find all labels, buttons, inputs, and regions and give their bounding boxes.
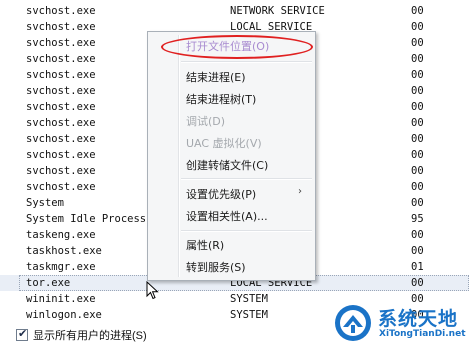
cpu-value: 01 <box>411 261 424 273</box>
process-name: svchost.exe <box>26 133 96 145</box>
show-all-users-label[interactable]: 显示所有用户的进程(S) <box>33 327 147 343</box>
process-name: winlogon.exe <box>26 309 102 321</box>
process-name: svchost.exe <box>26 37 96 49</box>
cpu-value: 00 <box>411 69 424 81</box>
menu-separator <box>181 230 312 232</box>
table-row[interactable]: svchost.exe NETWORK SERVICE 00 <box>0 3 469 19</box>
menu-item-debug[interactable]: 调试(D) <box>186 113 225 129</box>
process-name: taskhost.exe <box>26 245 102 257</box>
process-name: svchost.exe <box>26 149 96 161</box>
user-name: NETWORK SERVICE <box>230 5 325 17</box>
menu-item-open-file-location[interactable]: 打开文件位置(O) <box>186 38 269 54</box>
user-name: SYSTEM <box>230 293 268 305</box>
submenu-arrow-icon: › <box>298 186 302 197</box>
cpu-value: 00 <box>411 21 424 33</box>
check-icon: ✔ <box>18 327 28 340</box>
menu-item-set-affinity[interactable]: 设置相关性(A)... <box>186 208 268 224</box>
cpu-value: 00 <box>411 197 424 209</box>
cpu-value: 00 <box>411 181 424 193</box>
menu-separator <box>181 61 312 63</box>
process-name: taskeng.exe <box>26 229 96 241</box>
watermark-title: 系统天地 <box>378 308 459 330</box>
process-name: System <box>26 197 64 209</box>
menu-item-properties[interactable]: 属性(R) <box>186 237 224 253</box>
menu-item-uac-virtualization[interactable]: UAC 虚拟化(V) <box>186 135 262 151</box>
cpu-value: 00 <box>411 5 424 17</box>
cpu-value: 00 <box>411 53 424 65</box>
cpu-value: 00 <box>411 101 424 113</box>
process-name: svchost.exe <box>26 181 96 193</box>
menu-separator <box>181 178 312 180</box>
cpu-value: 00 <box>411 277 424 289</box>
process-name: svchost.exe <box>26 5 96 17</box>
menu-item-end-process-tree[interactable]: 结束进程树(T) <box>186 91 256 107</box>
process-name: svchost.exe <box>26 21 96 33</box>
process-name: taskmgr.exe <box>26 261 96 273</box>
watermark: 系统天地 XiTongTianDi.net <box>333 300 469 346</box>
cpu-value: 00 <box>411 85 424 97</box>
cpu-value: 00 <box>411 133 424 145</box>
mouse-pointer-icon <box>146 281 159 300</box>
process-name: tor.exe <box>26 277 71 289</box>
process-name: svchost.exe <box>26 69 96 81</box>
menu-item-create-dump[interactable]: 创建转储文件(C) <box>186 157 268 173</box>
cpu-value: 00 <box>411 149 424 161</box>
cpu-value: 00 <box>411 245 424 257</box>
cpu-value: 00 <box>411 229 424 241</box>
watermark-logo-icon <box>335 305 371 341</box>
cpu-value: 00 <box>411 165 424 177</box>
menu-item-end-process[interactable]: 结束进程(E) <box>186 69 246 85</box>
show-all-users-checkbox[interactable]: ✔ <box>16 327 28 341</box>
process-name: svchost.exe <box>26 165 96 177</box>
process-name: svchost.exe <box>26 117 96 129</box>
process-name: System Idle Process <box>26 213 147 225</box>
cpu-value: 00 <box>411 37 424 49</box>
cpu-value: 00 <box>411 117 424 129</box>
watermark-subtitle: XiTongTianDi.net <box>379 329 466 339</box>
process-name: svchost.exe <box>26 101 96 113</box>
menu-item-go-to-service[interactable]: 转到服务(S) <box>186 259 246 275</box>
process-name: svchost.exe <box>26 85 96 97</box>
context-menu: 打开文件位置(O) 结束进程(E) 结束进程树(T) 调试(D) UAC 虚拟化… <box>147 31 316 281</box>
menu-gutter <box>178 35 180 277</box>
process-name: svchost.exe <box>26 53 96 65</box>
process-name: wininit.exe <box>26 293 96 305</box>
user-name: SYSTEM <box>230 309 268 321</box>
menu-item-set-priority[interactable]: 设置优先级(P) <box>186 186 256 202</box>
cpu-value: 95 <box>411 213 424 225</box>
